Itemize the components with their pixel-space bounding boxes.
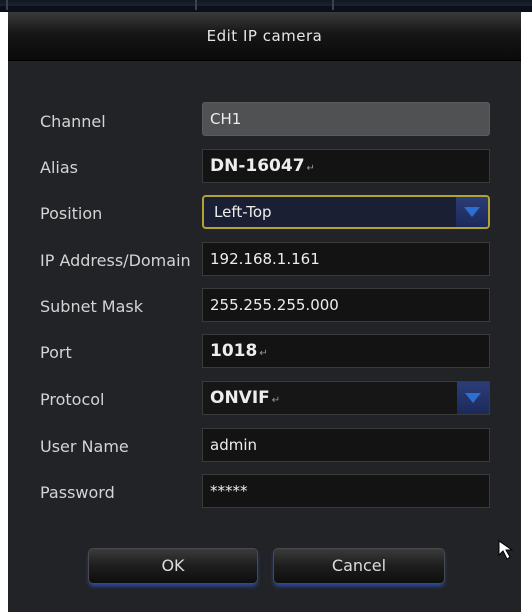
background-divider	[332, 0, 334, 10]
ip-address-value: 192.168.1.161	[210, 250, 320, 268]
return-mark: ↵	[271, 395, 281, 406]
password-input[interactable]: *****	[202, 474, 490, 508]
ok-button[interactable]: OK	[88, 548, 258, 584]
mouse-pointer-icon	[498, 540, 514, 560]
ip-address-input[interactable]: 192.168.1.161	[202, 242, 490, 276]
alias-input[interactable]: DN-16047 ↵	[202, 149, 490, 183]
background-window-bar	[0, 0, 532, 6]
position-select[interactable]: Left-Top	[202, 195, 490, 229]
port-value: 1018	[210, 341, 258, 361]
user-name-value: admin	[210, 436, 257, 454]
alias-label: Alias	[40, 158, 78, 177]
password-label: Password	[40, 483, 115, 502]
chevron-down-icon	[465, 393, 481, 403]
return-mark: ↵	[259, 348, 268, 359]
protocol-label: Protocol	[40, 390, 105, 409]
position-dropdown-button[interactable]	[456, 197, 488, 227]
protocol-value: ONVIF	[210, 388, 270, 408]
protocol-select[interactable]: ONVIF ↵	[202, 381, 490, 415]
subnet-mask-value: 255.255.255.000	[210, 296, 339, 314]
user-name-input[interactable]: admin	[202, 428, 490, 462]
return-mark: ↵	[306, 163, 315, 174]
position-value: Left-Top	[214, 203, 272, 221]
port-input[interactable]: 1018 ↵	[202, 334, 490, 368]
dialog-title: Edit IP camera	[206, 27, 323, 45]
dialog-title-bar: Edit IP camera	[8, 12, 521, 61]
background-divider	[6, 0, 8, 10]
subnet-mask-input[interactable]: 255.255.255.000	[202, 288, 490, 322]
password-value: *****	[210, 482, 248, 500]
channel-value: CH1	[210, 110, 242, 128]
background-window-strip	[0, 0, 532, 12]
channel-label: Channel	[40, 112, 106, 131]
alias-value: DN-16047	[210, 156, 305, 176]
edit-ip-camera-dialog: Edit IP camera Channel CH1 Alias DN-1604…	[8, 12, 521, 612]
channel-field: CH1	[202, 102, 490, 136]
ip-address-label: IP Address/Domain	[40, 251, 191, 270]
chevron-down-icon	[464, 207, 480, 217]
position-label: Position	[40, 204, 103, 223]
user-name-label: User Name	[40, 437, 129, 456]
protocol-dropdown-button[interactable]	[457, 382, 489, 414]
subnet-mask-label: Subnet Mask	[40, 297, 144, 316]
port-label: Port	[40, 343, 72, 362]
background-divider	[195, 0, 197, 10]
cancel-button[interactable]: Cancel	[273, 548, 445, 584]
